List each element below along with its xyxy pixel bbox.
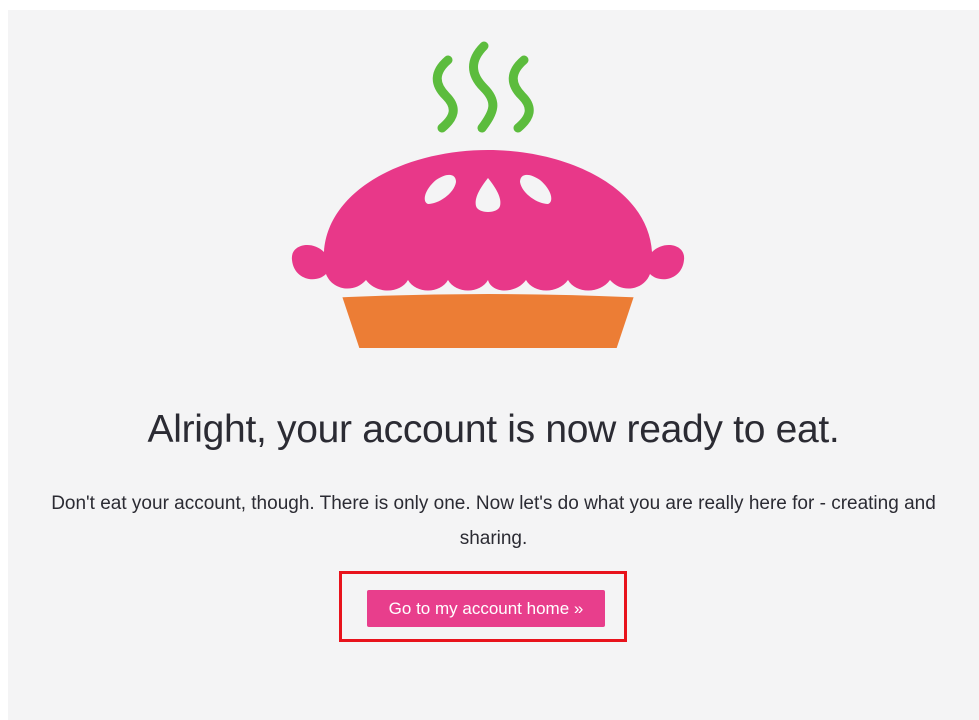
pie-dish: [340, 290, 636, 348]
go-to-account-home-button[interactable]: Go to my account home »: [367, 590, 605, 627]
page-subtitle: Don't eat your account, though. There is…: [51, 493, 936, 549]
confirmation-page: Alright, your account is now ready to ea…: [8, 10, 979, 720]
pie-crust: [291, 150, 685, 291]
steam-icon: [432, 41, 534, 133]
pie-icon: [291, 41, 685, 348]
page-title: Alright, your account is now ready to ea…: [147, 408, 840, 451]
